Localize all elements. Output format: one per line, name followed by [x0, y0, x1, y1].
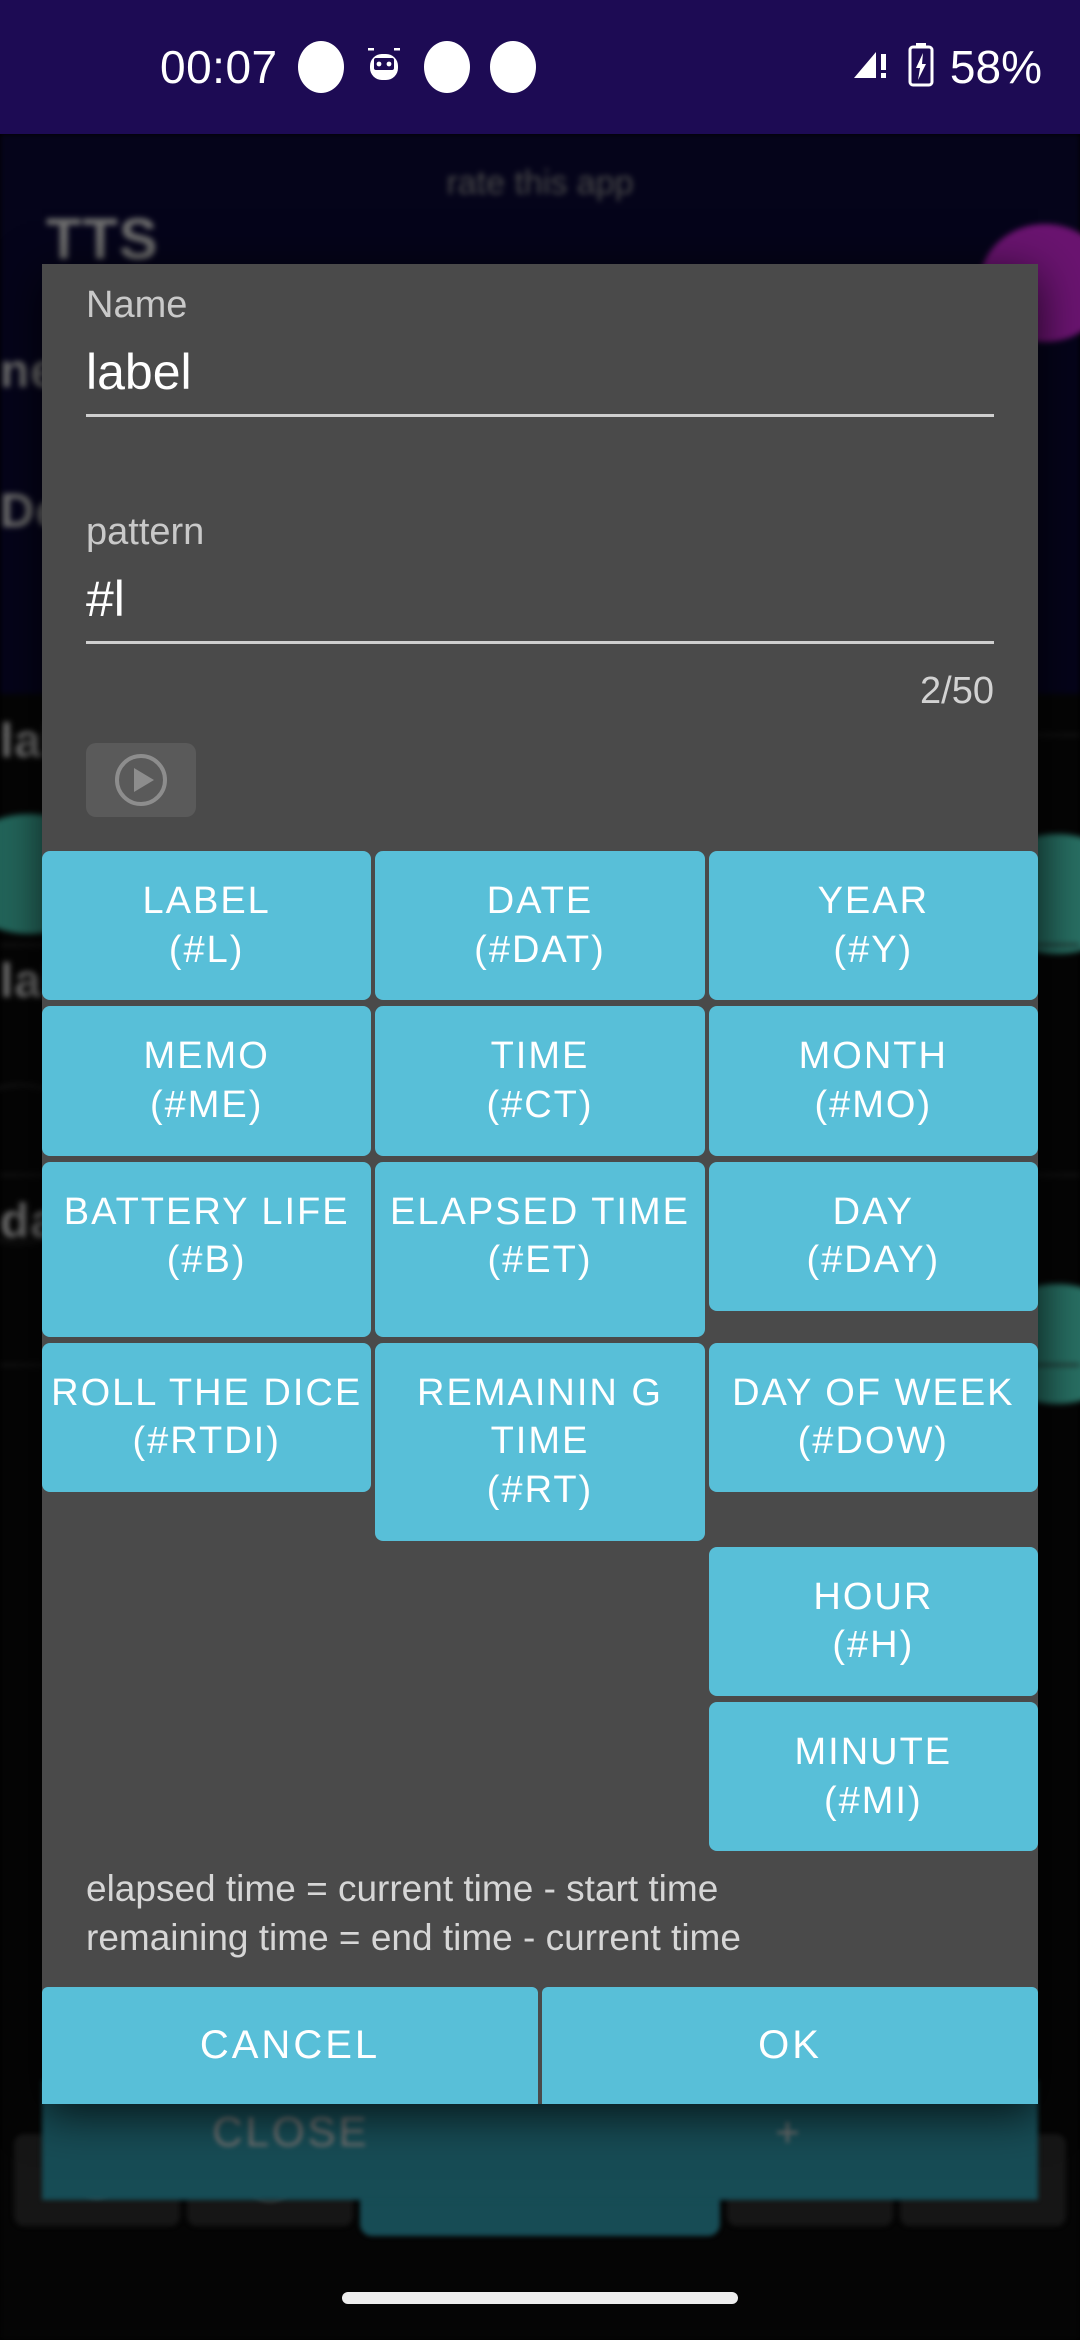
- token-code: (#ME): [149, 1083, 264, 1126]
- note-elapsed-time: elapsed time = current time - start time: [86, 1868, 719, 1910]
- token-button-hour[interactable]: HOUR (#H): [708, 1546, 1038, 1696]
- note-remaining-time: remaining time = end time - current time: [86, 1916, 741, 1958]
- token-code: (#RTDI): [132, 1420, 281, 1463]
- token-code: (#RT): [486, 1469, 594, 1511]
- token-title: ROLL THE DICE: [51, 1371, 363, 1414]
- battery-percent-label: 58%: [949, 41, 1042, 93]
- token-empty-slot: [42, 1702, 371, 1754]
- tts-pattern-dialog: Name label pattern #l 2/50 LABEL (#L) DA…: [42, 264, 1038, 2104]
- pattern-field-label: pattern: [86, 511, 205, 553]
- token-code: (#B): [166, 1239, 247, 1282]
- token-title: DAY: [832, 1190, 914, 1233]
- battery-charging-icon: [906, 42, 936, 93]
- token-row: MINUTE (#MI): [42, 1701, 1038, 1852]
- status-bar: 00:07 58%: [0, 0, 1080, 134]
- token-code: (#DAY): [806, 1239, 941, 1282]
- token-button-day[interactable]: DAY (#DAY): [708, 1161, 1038, 1311]
- token-button-elapsed-time[interactable]: ELAPSED TIME (#ET): [375, 1161, 705, 1337]
- notification-dot-icon: [423, 41, 470, 93]
- token-title: BATTERY LIFE: [63, 1190, 350, 1233]
- token-title: LABEL: [142, 880, 271, 922]
- preview-play-button[interactable]: [86, 743, 196, 817]
- token-button-roll-the-dice[interactable]: ROLL THE DICE (#RTDI): [42, 1342, 372, 1492]
- token-code: (#Y): [833, 928, 914, 971]
- token-title: DAY OF WEEK: [732, 1371, 1015, 1414]
- token-button-time[interactable]: TIME (#CT): [375, 1006, 705, 1156]
- helper-notes: elapsed time = current time - start time…: [86, 1857, 994, 1987]
- token-button-date[interactable]: DATE (#DAT): [375, 851, 705, 1001]
- android-debug-icon: [364, 44, 404, 90]
- ok-button[interactable]: OK: [542, 1986, 1038, 2104]
- phone-screen: rate this app TTS ne De lal lal da CLOSE…: [0, 0, 1080, 2340]
- field-spacer: [86, 417, 994, 511]
- character-counter: 2/50: [920, 670, 994, 712]
- name-input[interactable]: label: [86, 327, 994, 417]
- notification-dot-icon: [297, 41, 344, 93]
- token-code: (#H): [832, 1624, 915, 1667]
- dialog-actions: CANCEL OK: [42, 1986, 1038, 2104]
- token-empty-slot: [375, 1702, 704, 1754]
- token-empty-slot: [375, 1547, 704, 1599]
- token-code: (#MI): [823, 1779, 923, 1822]
- token-empty-slot: [42, 1547, 371, 1599]
- token-code: (#ET): [487, 1239, 593, 1282]
- token-row: MEMO (#ME) TIME (#CT) MONTH (#MO): [42, 1006, 1038, 1156]
- token-row: LABEL (#L) DATE (#DAT) YEAR (#Y): [42, 851, 1038, 1001]
- token-title: MEMO: [143, 1035, 270, 1078]
- token-code: (#L): [168, 928, 245, 971]
- token-title: REMAININ G TIME: [417, 1371, 663, 1463]
- token-code: (#CT): [486, 1083, 594, 1126]
- token-button-memo[interactable]: MEMO (#ME): [42, 1006, 372, 1156]
- token-row: HOUR (#H): [42, 1546, 1038, 1696]
- dialog-notes-wrap: elapsed time = current time - start time…: [42, 1857, 1038, 1987]
- token-button-grid: LABEL (#L) DATE (#DAT) YEAR (#Y) MEMO (#…: [42, 851, 1038, 1852]
- notification-dot-icon: [489, 41, 536, 93]
- token-code: (#DAT): [474, 928, 606, 971]
- background-rate-text: rate this app: [446, 164, 634, 202]
- dialog-body: Name label pattern #l 2/50: [42, 264, 1038, 817]
- token-button-remaining-time[interactable]: REMAININ G TIME (#RT): [375, 1342, 705, 1541]
- cancel-button[interactable]: CANCEL: [42, 1986, 538, 2104]
- token-title: MONTH: [798, 1035, 948, 1078]
- play-icon: [115, 754, 167, 806]
- token-button-day-of-week[interactable]: DAY OF WEEK (#DOW): [708, 1342, 1038, 1492]
- token-title: HOUR: [813, 1575, 934, 1618]
- token-title: YEAR: [817, 880, 930, 922]
- token-title: MINUTE: [794, 1730, 953, 1773]
- status-clock: 00:07: [160, 41, 278, 93]
- token-title: ELAPSED TIME: [390, 1190, 690, 1233]
- token-code: (#MO): [814, 1083, 933, 1126]
- token-button-month[interactable]: MONTH (#MO): [708, 1006, 1038, 1156]
- play-triangle: [133, 768, 154, 792]
- status-bar-right: 58%: [852, 40, 1042, 94]
- token-row: BATTERY LIFE (#B) ELAPSED TIME (#ET) DAY…: [42, 1161, 1038, 1337]
- token-button-minute[interactable]: MINUTE (#MI): [708, 1701, 1038, 1852]
- token-row: ROLL THE DICE (#RTDI) REMAININ G TIME (#…: [42, 1342, 1038, 1541]
- token-title: DATE: [486, 880, 594, 922]
- token-button-year[interactable]: YEAR (#Y): [708, 851, 1038, 1001]
- token-title: TIME: [490, 1035, 590, 1078]
- pattern-input[interactable]: #l: [86, 554, 994, 644]
- status-bar-left: 00:07: [160, 40, 536, 94]
- token-button-label[interactable]: LABEL (#L): [42, 851, 372, 1001]
- name-field-label: Name: [86, 284, 188, 326]
- signal-alert-icon: [852, 44, 892, 91]
- background-app-title: TTS: [46, 207, 159, 272]
- token-button-battery-life[interactable]: BATTERY LIFE (#B): [42, 1161, 372, 1337]
- gesture-bar[interactable]: [342, 2292, 738, 2304]
- token-code: (#DOW): [797, 1420, 949, 1463]
